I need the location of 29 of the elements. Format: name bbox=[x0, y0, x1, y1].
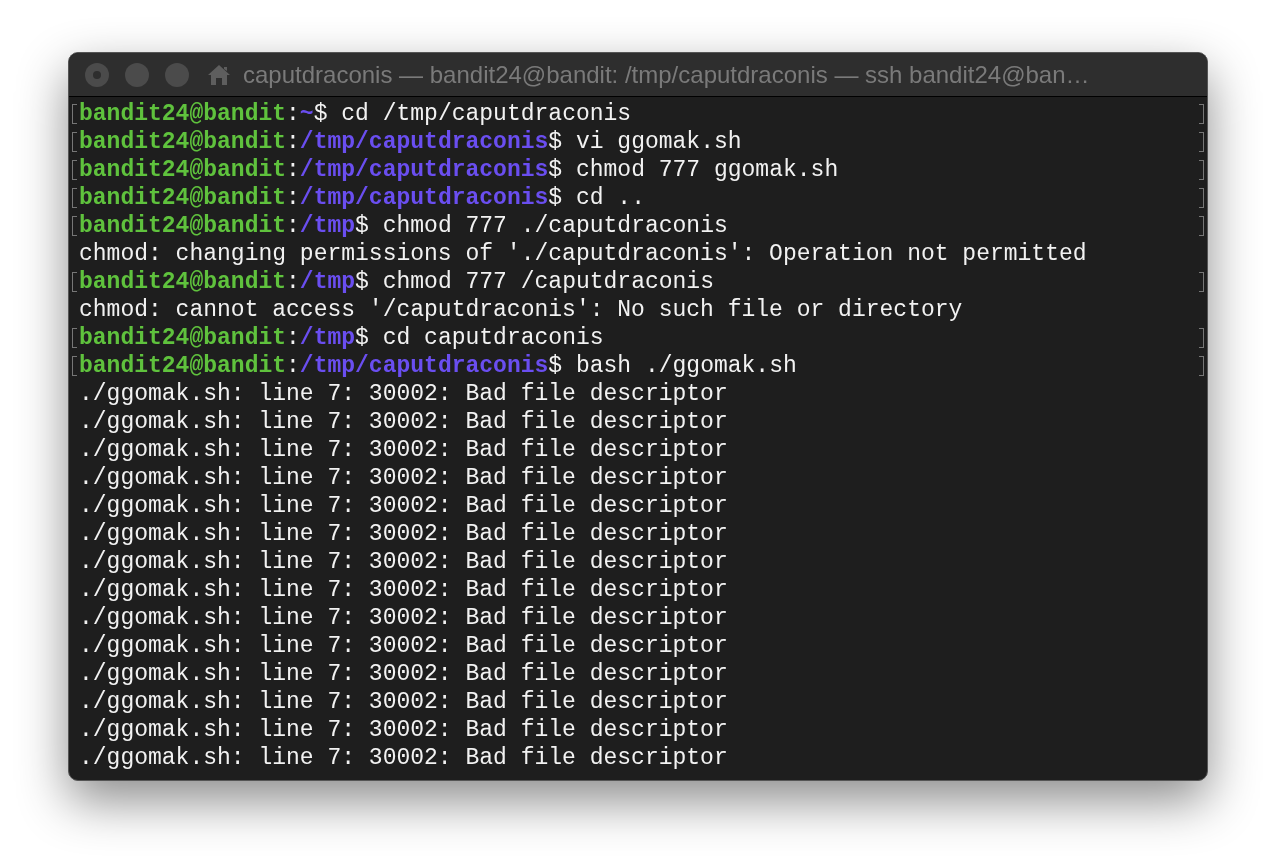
output-line: ./ggomak.sh: line 7: 30002: Bad file descriptor bbox=[79, 548, 728, 576]
output-line: ./ggomak.sh: line 7: 30002: Bad file descriptor bbox=[79, 464, 728, 492]
home-icon bbox=[207, 63, 231, 86]
output-line: ./ggomak.sh: line 7: 30002: Bad file descriptor bbox=[79, 380, 728, 408]
output-line: ./ggomak.sh: line 7: 30002: Bad file descriptor bbox=[79, 660, 728, 688]
output-line: ./ggomak.sh: line 7: 30002: Bad file descriptor bbox=[79, 744, 728, 772]
prompt-line: bandit24@bandit:/tmp/caputdraconis$ cd .. bbox=[79, 184, 645, 212]
output-line: ./ggomak.sh: line 7: 30002: Bad file descriptor bbox=[79, 632, 728, 660]
zoom-button[interactable] bbox=[165, 62, 189, 87]
prompt-line: bandit24@bandit:/tmp/caputdraconis$ vi ggomak.sh bbox=[79, 128, 742, 156]
output-line: ./ggomak.sh: line 7: 30002: Bad file descriptor bbox=[79, 436, 728, 464]
output-line: ./ggomak.sh: line 7: 30002: Bad file descriptor bbox=[79, 520, 728, 548]
prompt-line: bandit24@bandit:/tmp$ chmod 777 /caputdraconis bbox=[79, 268, 714, 296]
output-line: ./ggomak.sh: line 7: 30002: Bad file descriptor bbox=[79, 576, 728, 604]
output-line: chmod: cannot access '/caputdraconis': No such file or directory bbox=[79, 296, 963, 324]
prompt-line: bandit24@bandit:~$ cd /tmp/caputdraconis bbox=[79, 100, 632, 128]
window-title: caputdraconis — bandit24@bandit: /tmp/caputdraconis — ssh bandit24@ban… bbox=[243, 59, 1090, 90]
minimize-button[interactable] bbox=[125, 62, 149, 87]
output-line: ./ggomak.sh: line 7: 30002: Bad file descriptor bbox=[79, 408, 728, 436]
close-button[interactable] bbox=[85, 62, 109, 87]
output-line: ./ggomak.sh: line 7: 30002: Bad file descriptor bbox=[79, 716, 728, 744]
output-line: chmod: changing permissions of './caputdraconis': Operation not permitted bbox=[79, 240, 1087, 268]
prompt-line: bandit24@bandit:/tmp$ chmod 777 ./caputdraconis bbox=[79, 212, 728, 240]
output-line: ./ggomak.sh: line 7: 30002: Bad file descriptor bbox=[79, 492, 728, 520]
output-line: ./ggomak.sh: line 7: 30002: Bad file descriptor bbox=[79, 604, 728, 632]
prompt-line: bandit24@bandit:/tmp$ cd caputdraconis bbox=[79, 324, 604, 352]
prompt-line: bandit24@bandit:/tmp/caputdraconis$ chmod 777 ggomak.sh bbox=[79, 156, 839, 184]
prompt-line: bandit24@bandit:/tmp/caputdraconis$ bash ./ggomak.sh bbox=[79, 352, 797, 380]
output-line: ./ggomak.sh: line 7: 30002: Bad file descriptor bbox=[79, 688, 728, 716]
